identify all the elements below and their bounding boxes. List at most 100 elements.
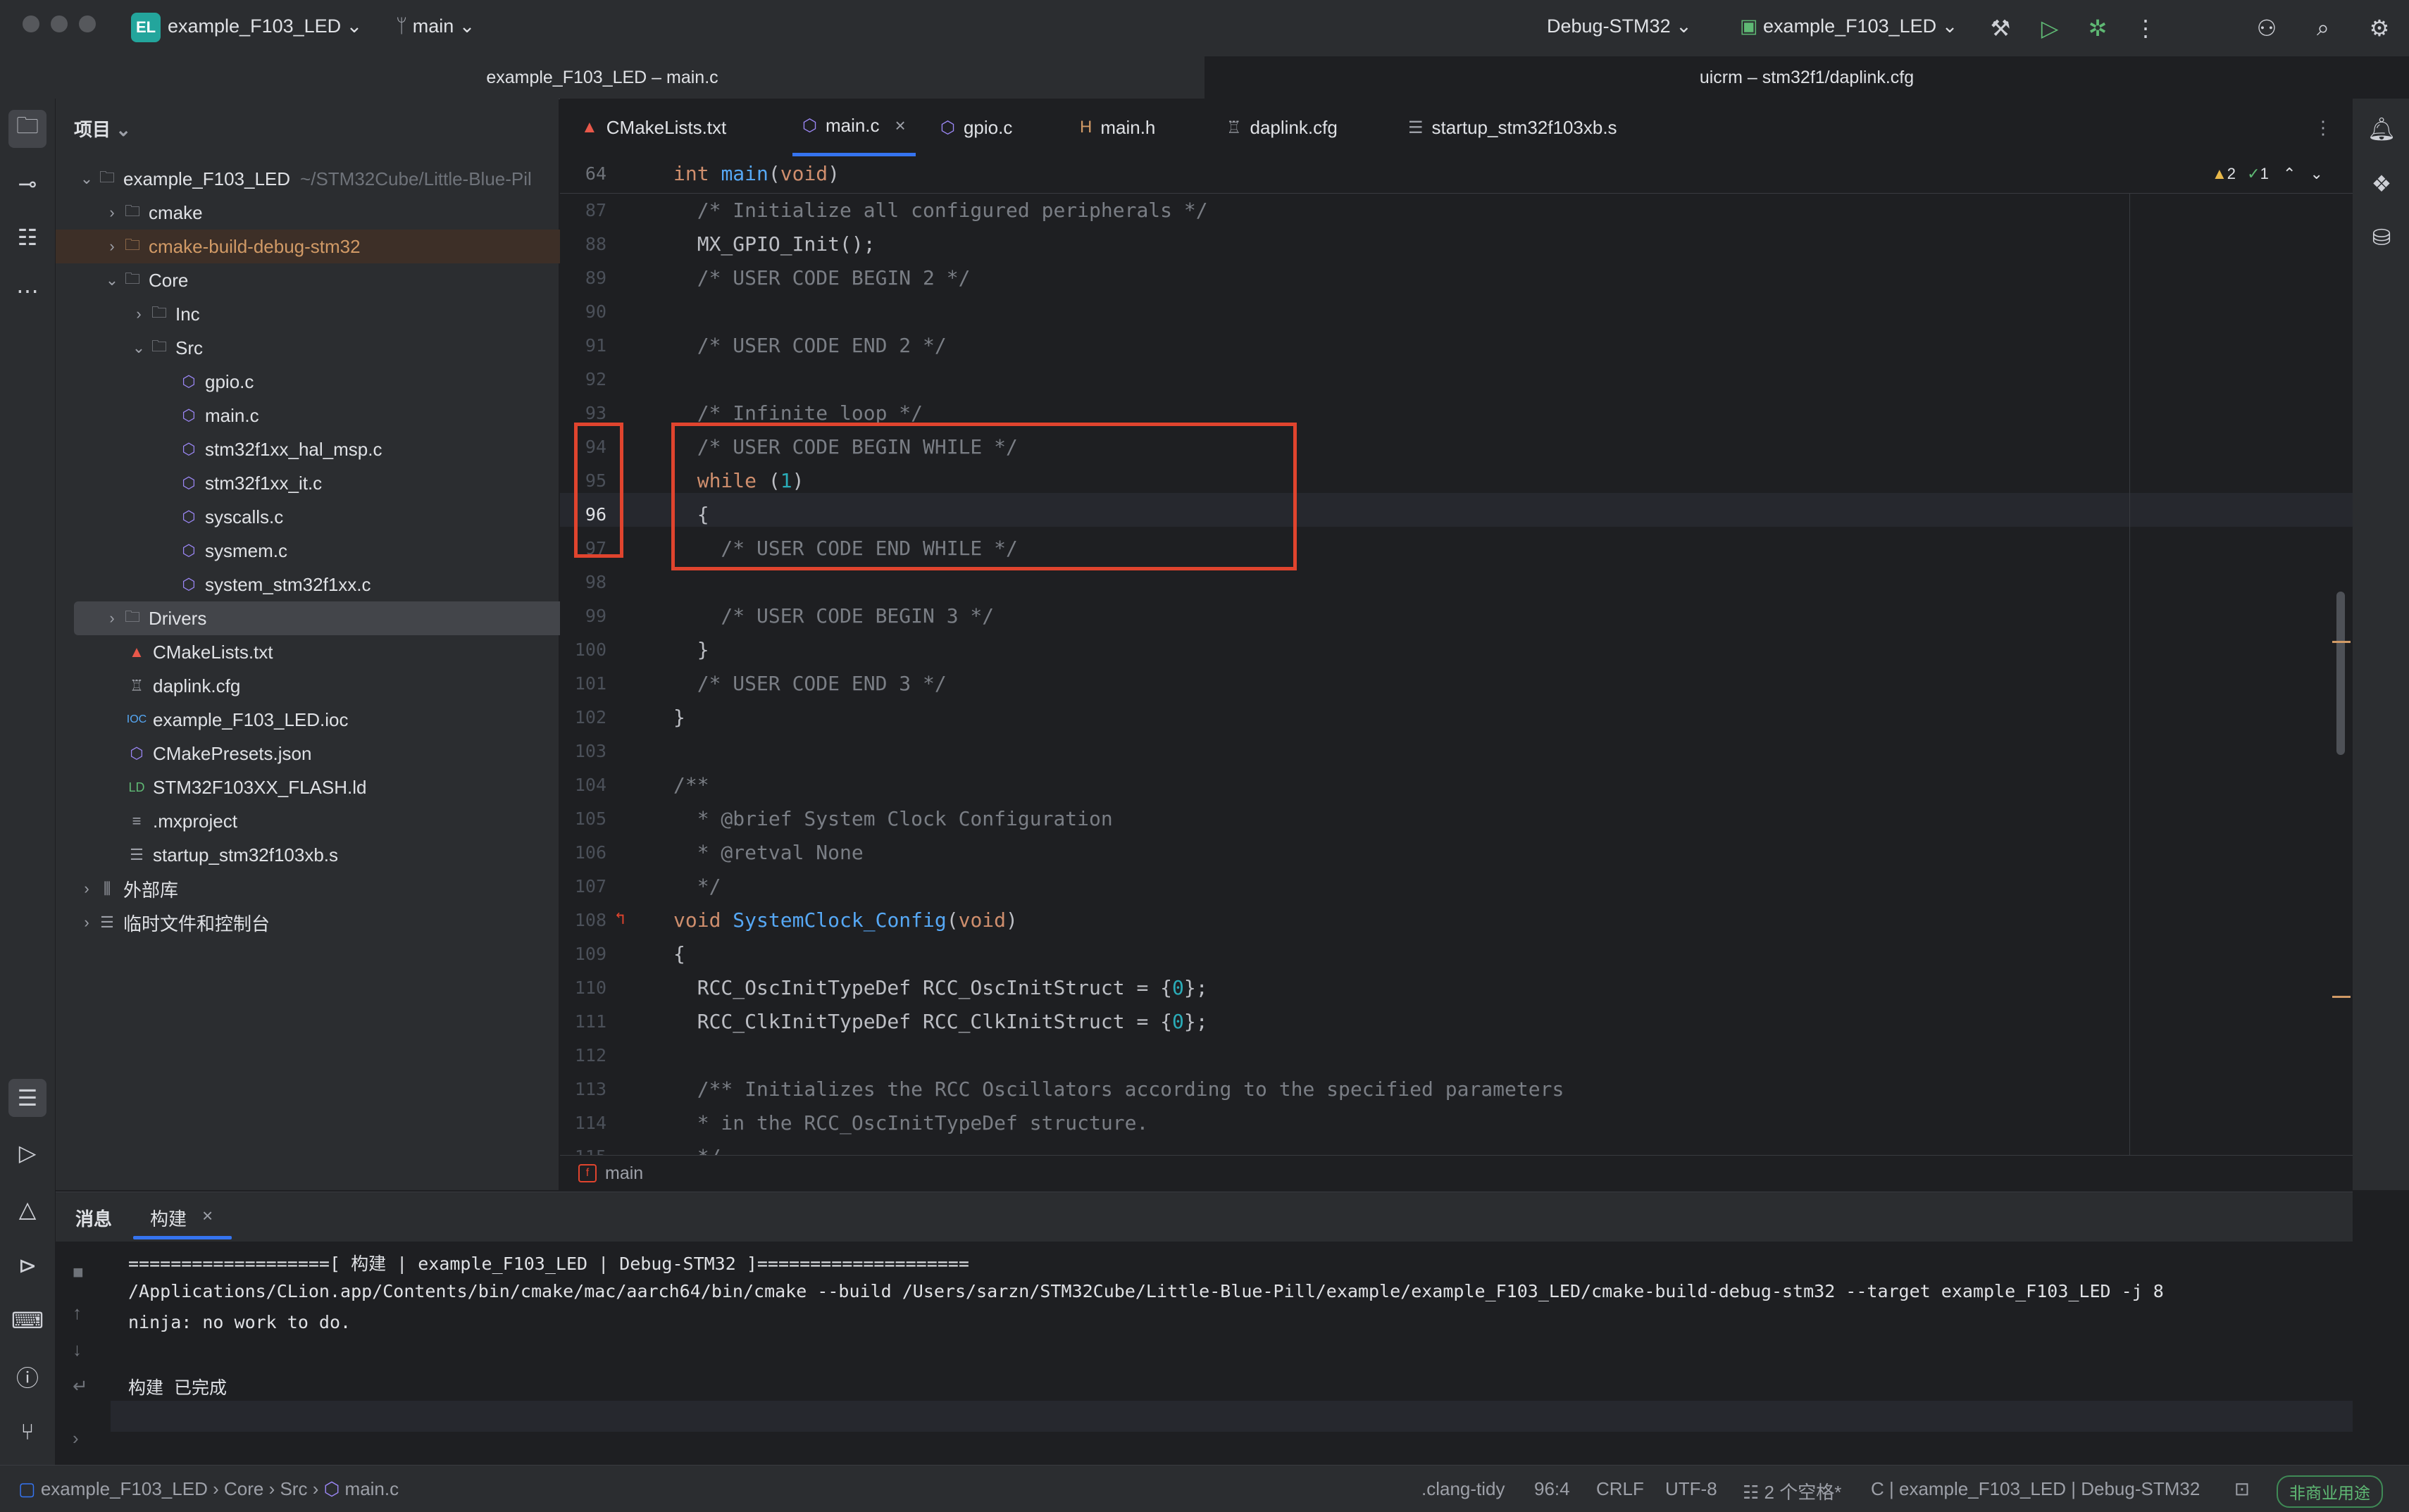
code-line[interactable]: * @retval None (673, 841, 864, 864)
code-line[interactable]: */ (673, 875, 721, 898)
code-line[interactable]: /* Initialize all configured peripherals… (673, 199, 1208, 222)
code-line[interactable]: } (673, 638, 709, 661)
tree-item-external-libs[interactable]: › ⫼ 外部库 (56, 872, 580, 906)
code-line[interactable]: void SystemClock_Config(void) (673, 908, 1018, 932)
clang-tidy-status[interactable]: .clang-tidy (1421, 1478, 1505, 1500)
commit-icon[interactable]: ⊸ (8, 165, 46, 203)
tree-item-core[interactable]: ⌄ 🗀 Core (56, 263, 605, 297)
tree-item-ld[interactable]: LD STM32F103XX_FLASH.ld (56, 770, 629, 804)
build-hammer-icon[interactable]: ⚒ (1985, 13, 2016, 44)
resolve-context[interactable]: C | example_F103_LED | Debug-STM32 (1871, 1478, 2200, 1500)
arrow-up-icon[interactable]: ↑ (73, 1302, 82, 1324)
code-line[interactable]: } (673, 706, 685, 729)
editor-scrollbar[interactable] (2336, 592, 2345, 755)
project-folder-icon[interactable]: 🗀 (8, 110, 46, 148)
debug-bug-icon[interactable]: ✲ (2082, 13, 2113, 44)
close-tab-icon[interactable]: × (895, 115, 906, 137)
minimize-window-button[interactable] (51, 15, 68, 32)
window-tab-main[interactable]: example_F103_LED – main.c (0, 56, 1204, 99)
caret-position[interactable]: 96:4 (1534, 1478, 1570, 1500)
arrow-down-icon[interactable]: ↓ (73, 1339, 82, 1361)
tabs-more-icon[interactable]: ⋮ (2314, 99, 2332, 156)
status-breadcrumb[interactable]: ▢ example_F103_LED › Core › Src › ⬡ main… (18, 1478, 399, 1500)
code-line[interactable]: /** Initializes the RCC Oscillators acco… (673, 1077, 1564, 1101)
code-line[interactable]: */ (673, 1145, 721, 1155)
tree-item-cmake-build[interactable]: › 🗀 cmake-build-debug-stm32 (56, 230, 605, 263)
code-line[interactable]: /** (673, 773, 709, 796)
inspection-widget[interactable]: ▲2 ✓1 ⌃ ⌄ (2212, 165, 2323, 183)
add-user-icon[interactable]: ⚇ (2251, 13, 2282, 44)
project-panel-header[interactable]: 项目 ⌄ (74, 115, 131, 142)
project-badge[interactable]: EL (131, 13, 161, 42)
code-line[interactable]: * @brief System Clock Configuration (673, 807, 1113, 830)
code-line[interactable]: RCC_ClkInitTypeDef RCC_ClkInitStruct = {… (673, 1010, 1208, 1033)
code-line[interactable]: /* Infinite loop */ (673, 401, 923, 425)
close-window-button[interactable] (23, 15, 39, 32)
tree-item-src[interactable]: ⌄ 🗀 Src (56, 331, 632, 365)
project-selector[interactable]: example_F103_LED ⌄ (168, 15, 362, 37)
zoom-window-button[interactable] (79, 15, 96, 32)
tab-build[interactable]: 构建 (150, 1205, 187, 1231)
chevron-right-icon[interactable]: › (73, 1427, 79, 1449)
code-line[interactable]: MX_GPIO_Init(); (673, 232, 876, 256)
breadcrumb-function[interactable]: main (605, 1163, 643, 1184)
run-icon[interactable]: ▷ (2034, 13, 2065, 44)
window-tab-daplink[interactable]: uicrm – stm32f1/daplink.cfg (1204, 56, 2409, 99)
gear-icon[interactable]: ⚙ (2364, 13, 2395, 44)
ai-assistant-icon[interactable]: ❖ (2363, 165, 2401, 203)
code-line[interactable]: * in the RCC_OscInitTypeDef structure. (673, 1111, 1149, 1135)
run-config-selector[interactable]: Debug-STM32 ⌄ (1547, 15, 1692, 37)
indent-setting[interactable]: ☷ 2 个空格* (1743, 1478, 1841, 1504)
code-line[interactable]: /* USER CODE END 2 */ (673, 334, 947, 357)
warning-marker[interactable] (2332, 996, 2351, 998)
tree-item-ioc[interactable]: IOC example_F103_LED.ioc (56, 703, 629, 737)
tab-cmakelists[interactable]: ▲ CMakeLists.txt (581, 99, 726, 156)
tree-item-cmakepresets[interactable]: ⬡ CMakePresets.json (56, 737, 629, 770)
search-icon[interactable]: ⌕ (2308, 13, 2339, 44)
tab-main-c[interactable]: ⬡ main.c × (792, 99, 916, 156)
code-line[interactable]: RCC_OscInitTypeDef RCC_OscInitStruct = {… (673, 976, 1208, 999)
code-editor[interactable]: 64 int main(void) ▲2 ✓1 ⌃ ⌄ 87 88 89 90 91 92… (560, 156, 2353, 1155)
run-tool-icon[interactable]: ▷ (8, 1134, 46, 1172)
implementation-arrow-icon[interactable]: ↰ (615, 908, 625, 928)
tab-messages[interactable]: 消息 (75, 1205, 112, 1231)
database-icon[interactable]: ⛁ (2363, 218, 2401, 256)
lock-icon[interactable]: ⊡ (2234, 1478, 2250, 1500)
file-encoding[interactable]: UTF-8 (1665, 1478, 1717, 1500)
tree-item-mxproject[interactable]: ≡ .mxproject (56, 804, 629, 838)
stop-icon[interactable]: ■ (73, 1261, 84, 1283)
tree-item-daplink[interactable]: ♖ daplink.cfg (56, 669, 629, 703)
problems-icon[interactable]: ⓘ (8, 1358, 46, 1396)
messages-icon[interactable]: ☰ (8, 1079, 46, 1117)
code-line[interactable]: /* USER CODE BEGIN 2 */ (673, 266, 971, 289)
code-line[interactable]: /* USER CODE END 3 */ (673, 672, 947, 695)
warning-marker[interactable] (2332, 641, 2351, 643)
more-vertical-icon[interactable]: ⋮ (2130, 13, 2161, 44)
tab-gpio-c[interactable]: ⬡ gpio.c (940, 99, 1012, 156)
more-horizontal-icon[interactable]: ⋯ (8, 272, 46, 310)
tree-item-startup[interactable]: ☰ startup_stm32f103xb.s (56, 838, 629, 872)
license-badge[interactable]: 非商业用途 (2277, 1475, 2383, 1508)
cmake-icon[interactable]: △ (8, 1190, 46, 1228)
tree-root[interactable]: ⌄ 🗀 example_F103_LED ~/STM32Cube/Little-… (56, 162, 580, 196)
tree-item-inc[interactable]: › 🗀 Inc (56, 297, 632, 331)
notifications-icon[interactable]: 🔔︎ (2363, 110, 2401, 148)
line-ending[interactable]: CRLF (1596, 1478, 1644, 1500)
tree-item-scratches[interactable]: › ☰ 临时文件和控制台 (56, 906, 580, 939)
tree-item-cmakelists[interactable]: ▲ CMakeLists.txt (56, 635, 629, 669)
branch-selector[interactable]: ᛘ main ⌄ (396, 15, 475, 37)
chevron-up-icon[interactable]: ⌃ (2283, 165, 2296, 182)
code-line[interactable]: { (673, 942, 685, 966)
target-selector[interactable]: ▣ example_F103_LED ⌄ (1740, 15, 1957, 37)
tree-item-drivers[interactable]: › 🗀 Drivers (74, 601, 570, 635)
close-tab-icon[interactable]: × (202, 1205, 213, 1227)
tab-startup-s[interactable]: ☰ startup_stm32f103xb.s (1408, 99, 1617, 156)
tab-daplink-cfg[interactable]: ♖ daplink.cfg (1226, 99, 1338, 156)
sticky-header[interactable]: 64 int main(void) ▲2 ✓1 ⌃ ⌄ (560, 156, 2353, 194)
structure-icon[interactable]: ☷ (8, 218, 46, 256)
terminal-icon[interactable]: ⌨ (8, 1301, 46, 1339)
code-line[interactable]: /* USER CODE BEGIN 3 */ (673, 604, 994, 627)
tree-item-cmake[interactable]: › 🗀 cmake (56, 196, 605, 230)
soft-wrap-icon[interactable]: ↵ (73, 1375, 88, 1397)
git-icon[interactable]: ⑂ (8, 1413, 46, 1451)
